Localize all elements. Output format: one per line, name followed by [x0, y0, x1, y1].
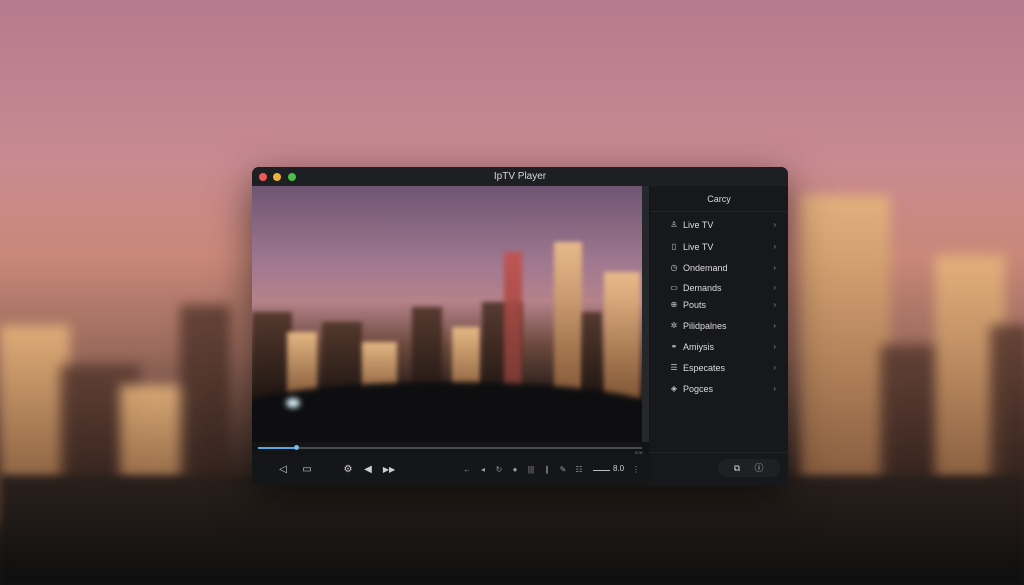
- seek-bar-fill: [258, 447, 297, 449]
- diamond-icon: ◈: [670, 384, 678, 393]
- title-bar: IpTV Player: [252, 167, 788, 186]
- more-options-icon[interactable]: ⋮: [632, 463, 640, 477]
- sidebar-title: Carcy: [707, 194, 731, 204]
- sidebar-item-pouts[interactable]: ⊕ Pouts ›: [668, 298, 776, 312]
- sidebar-item-label: Especates: [683, 363, 726, 373]
- clock-icon: ◷: [670, 263, 678, 272]
- video-edge-scrollbar: [642, 186, 649, 442]
- record-icon[interactable]: ●: [510, 463, 520, 477]
- window-title: IpTV Player: [493, 171, 547, 182]
- chevron-right-icon: ›: [773, 342, 776, 351]
- background-ground: [0, 475, 1024, 585]
- screen-icon[interactable]: ▭: [300, 463, 314, 477]
- prev-icon[interactable]: ◁: [276, 463, 290, 477]
- volume-slider[interactable]: [593, 470, 610, 471]
- subtitle-icon[interactable]: ∥: [542, 463, 552, 477]
- sidebar-item-pogces[interactable]: ◈ Pogces ›: [668, 382, 776, 396]
- sidebar-item-amiysis[interactable]: ⚭ Amiysis ›: [668, 340, 776, 354]
- sidebar-item-live-tv[interactable]: ♙ Live TV ›: [668, 218, 776, 232]
- play-icon[interactable]: ▶▶: [380, 463, 398, 477]
- sidebar-item-label: Live TV: [683, 242, 714, 252]
- player-window: IpTV Player 0:00 ◁ ▭ ⚙ ◀ ▶▶ ← ◂ ↻ ● ||| …: [252, 167, 788, 486]
- control-bar: ◁ ▭ ⚙ ◀ ▶▶ ← ◂ ↻ ● ||| ∥ ✎ ☷ 8.0 ⋮: [252, 455, 650, 486]
- plus-icon: ⊕: [670, 300, 678, 309]
- chevron-right-icon: ›: [773, 321, 776, 330]
- equalizer-icon[interactable]: |||: [526, 463, 536, 477]
- user-icon: ♙: [670, 220, 678, 229]
- list-icon: ☰: [670, 363, 678, 372]
- sidebar-item-pilidpalnes[interactable]: ✲ Pilidpalnes ›: [668, 319, 776, 333]
- step-back-icon[interactable]: ◂: [478, 463, 488, 477]
- chevron-right-icon: ›: [773, 242, 776, 251]
- gear-icon: ✲: [670, 321, 678, 330]
- caption-icon[interactable]: ☷: [574, 463, 584, 477]
- video-display[interactable]: [252, 186, 643, 442]
- sidebar-item-label: Demands: [683, 283, 722, 293]
- sidebar-item-live-tv-2[interactable]: ▯ Live TV ›: [668, 240, 776, 254]
- sidebar-item-label: Live TV: [683, 220, 714, 230]
- sidebar-item-especates[interactable]: ☰ Especates ›: [668, 361, 776, 375]
- chevron-right-icon: ›: [773, 300, 776, 309]
- chevron-right-icon: ›: [773, 263, 776, 272]
- sidebar-footer: ⧉ ⓘ: [650, 452, 788, 486]
- sidebar-item-label: Ondemand: [683, 263, 728, 273]
- repeat-icon[interactable]: ↻: [494, 463, 504, 477]
- chevron-right-icon: ›: [773, 384, 776, 393]
- seek-handle[interactable]: [294, 445, 300, 450]
- seek-bar[interactable]: [258, 445, 642, 450]
- sidebar-item-label: Pouts: [683, 300, 707, 310]
- footer-actions: ⧉ ⓘ: [718, 459, 780, 477]
- sidebar-item-demands[interactable]: ▭ Demands ›: [668, 281, 776, 295]
- sidebar-item-label: Pilidpalnes: [683, 321, 727, 331]
- copy-icon[interactable]: ⧉: [730, 461, 744, 475]
- channel-sidebar: Carcy ♙ Live TV › ▯ Live TV › ◷ Ondemand…: [650, 186, 788, 486]
- edit-icon[interactable]: ✎: [558, 463, 568, 477]
- info-icon[interactable]: ⓘ: [752, 461, 766, 475]
- sidebar-item-label: Pogces: [683, 384, 714, 394]
- sidebar-divider: [650, 211, 788, 212]
- sidebar-item-ondemand[interactable]: ◷ Ondemand ›: [668, 261, 777, 275]
- screen-icon: ▭: [670, 283, 678, 292]
- rewind-icon[interactable]: ←: [462, 463, 472, 477]
- tv-icon: ▯: [671, 242, 677, 251]
- chevron-right-icon: ›: [773, 363, 776, 372]
- chevron-right-icon: ›: [773, 283, 776, 292]
- sidebar-item-label: Amiysis: [683, 342, 714, 352]
- link-icon: ⚭: [670, 342, 678, 351]
- volume-value: 8.0: [613, 464, 625, 473]
- settings-icon[interactable]: ⚙: [341, 463, 355, 477]
- volume-icon[interactable]: ◀: [361, 463, 375, 477]
- chevron-right-icon: ›: [773, 220, 776, 229]
